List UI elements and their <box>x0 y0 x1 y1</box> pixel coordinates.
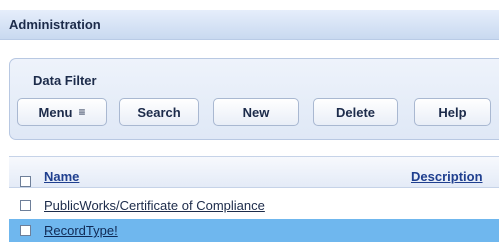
data-filter-title: Data Filter <box>33 73 97 88</box>
list-header: Name Description <box>9 156 499 188</box>
select-all-checkbox[interactable] <box>20 176 31 187</box>
record-type-link[interactable]: PublicWorks/Certificate of Compliance <box>44 198 265 213</box>
column-header-name[interactable]: Name <box>44 169 79 184</box>
table-row-selected[interactable]: RecordType! <box>9 219 499 242</box>
data-filter-panel: Data Filter Menu ≡ Search New Delete Hel… <box>9 58 499 140</box>
row-checkbox[interactable] <box>20 200 31 211</box>
page-header: Administration <box>0 10 499 40</box>
row-checkbox[interactable] <box>20 225 31 236</box>
menu-button[interactable]: Menu ≡ <box>17 98 107 126</box>
table-row[interactable]: PublicWorks/Certificate of Compliance <box>9 194 499 217</box>
help-button[interactable]: Help <box>414 98 491 126</box>
delete-button[interactable]: Delete <box>313 98 398 126</box>
column-header-description[interactable]: Description <box>411 169 483 184</box>
new-button[interactable]: New <box>213 98 299 126</box>
menu-button-label: Menu <box>38 104 73 120</box>
search-button[interactable]: Search <box>119 98 199 126</box>
menu-dropdown-icon: ≡ <box>78 105 86 119</box>
page-title: Administration <box>9 17 101 32</box>
record-type-link[interactable]: RecordType! <box>44 223 118 238</box>
